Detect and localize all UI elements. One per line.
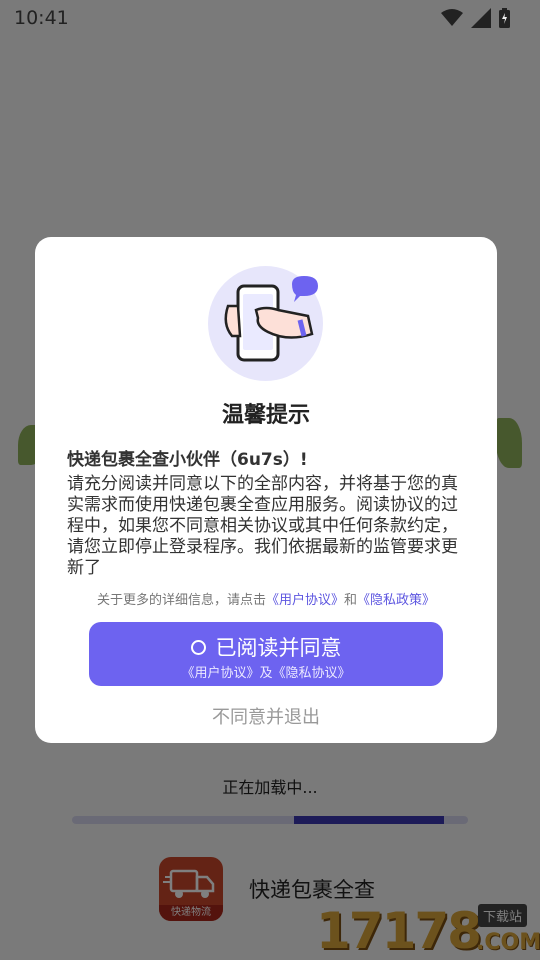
agree-button[interactable]: 已阅读并同意 《用户协议》及《隐私协议》 (89, 622, 443, 686)
phone-in-hand-icon (224, 276, 318, 362)
signal-icon (471, 8, 491, 28)
status-time: 10:41 (14, 7, 69, 29)
status-bar: 10:41 (0, 0, 540, 36)
more-info-prefix: 关于更多的详细信息，请点击 (96, 593, 266, 608)
privacy-policy-link[interactable]: 《隐私政策》 (357, 593, 435, 608)
and-text: 和 (344, 593, 358, 608)
agree-button-subtitle: 《用户协议》及《隐私协议》 (181, 666, 351, 681)
battery-icon (499, 8, 510, 28)
consent-dialog: 温馨提示 快递包裹全查小伙伴（6u7s）! 请充分阅读并同意以下的全部内容，并将… (35, 237, 497, 743)
decline-exit-button[interactable]: 不同意并退出 (35, 703, 497, 729)
agreement-body-text: 请充分阅读并同意以下的全部内容，并将基于您的真实需求而使用快递包裹全查应用服务。… (67, 474, 458, 575)
status-icons (441, 8, 510, 28)
agree-button-label: 已阅读并同意 (215, 636, 342, 660)
phone-hand-illustration (208, 266, 323, 381)
radio-circle-icon (190, 639, 206, 655)
greeting-text: 快递包裹全查小伙伴（6u7s）! (67, 450, 308, 470)
agree-button-main: 已阅读并同意 (89, 632, 443, 662)
dialog-title: 温馨提示 (221, 403, 310, 428)
wifi-icon (441, 9, 463, 26)
user-agreement-link[interactable]: 《用户协议》 (266, 593, 344, 608)
agreement-scroll-area[interactable]: 快递包裹全查小伙伴（6u7s）! 请充分阅读并同意以下的全部内容，并将基于您的真… (67, 447, 463, 575)
more-info-line: 关于更多的详细信息，请点击《用户协议》和《隐私政策》 (35, 589, 497, 608)
